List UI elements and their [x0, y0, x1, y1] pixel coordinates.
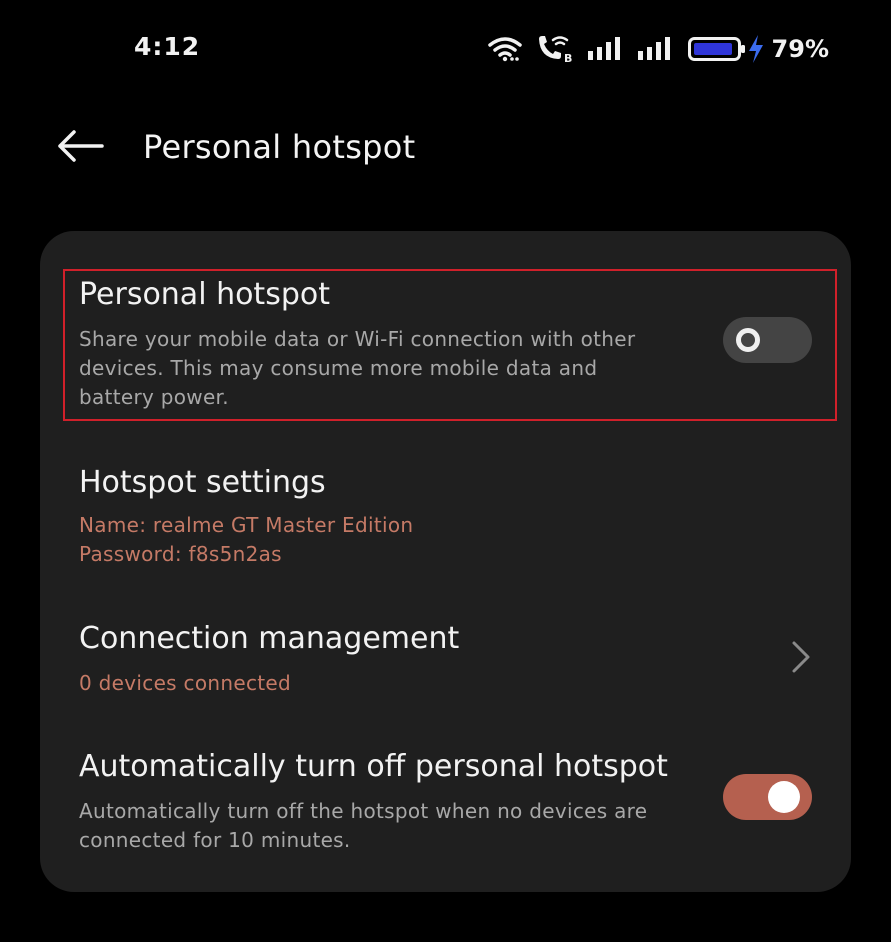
page-title: Personal hotspot — [143, 128, 416, 166]
battery-icon — [687, 36, 746, 62]
back-button[interactable] — [50, 120, 110, 176]
personal-hotspot-description: Share your mobile data or Wi-Fi connecti… — [79, 327, 636, 409]
personal-hotspot-row[interactable]: Personal hotspot Share your mobile data … — [40, 231, 851, 431]
svg-text:B: B — [564, 52, 572, 64]
connection-management-title: Connection management — [79, 621, 460, 656]
devices-connected-status: 0 devices connected — [79, 671, 291, 695]
auto-off-row[interactable]: Automatically turn off personal hotspot … — [40, 731, 851, 881]
toggle-knob — [736, 328, 760, 352]
connection-management-row[interactable]: Connection management 0 devices connecte… — [40, 591, 851, 721]
signal-2-icon — [637, 37, 674, 61]
wifi-calling-icon: B — [536, 34, 574, 64]
arrow-left-icon — [56, 130, 104, 166]
personal-hotspot-title: Personal hotspot — [79, 277, 330, 312]
hotspot-password: Password: f8s5n2as — [79, 542, 282, 566]
battery-percent: 79% — [771, 35, 829, 63]
charging-bolt-icon — [748, 35, 764, 63]
auto-off-description: Automatically turn off the hotspot when … — [79, 799, 648, 852]
status-bar: 4:12 B 79% — [0, 0, 891, 100]
personal-hotspot-toggle[interactable] — [723, 317, 812, 363]
auto-off-toggle[interactable] — [723, 774, 812, 820]
wifi-icon — [487, 36, 522, 62]
status-time: 4:12 — [134, 32, 201, 61]
hotspot-name: Name: realme GT Master Edition — [79, 513, 414, 537]
auto-off-title: Automatically turn off personal hotspot — [79, 749, 668, 784]
signal-1-icon — [587, 37, 624, 61]
toggle-knob — [768, 781, 800, 813]
status-icons: B 79% — [487, 32, 829, 66]
settings-card: Personal hotspot Share your mobile data … — [40, 231, 851, 892]
hotspot-settings-row[interactable]: Hotspot settings Name: realme GT Master … — [40, 441, 851, 581]
chevron-right-icon — [788, 637, 816, 677]
hotspot-settings-title: Hotspot settings — [79, 465, 326, 500]
